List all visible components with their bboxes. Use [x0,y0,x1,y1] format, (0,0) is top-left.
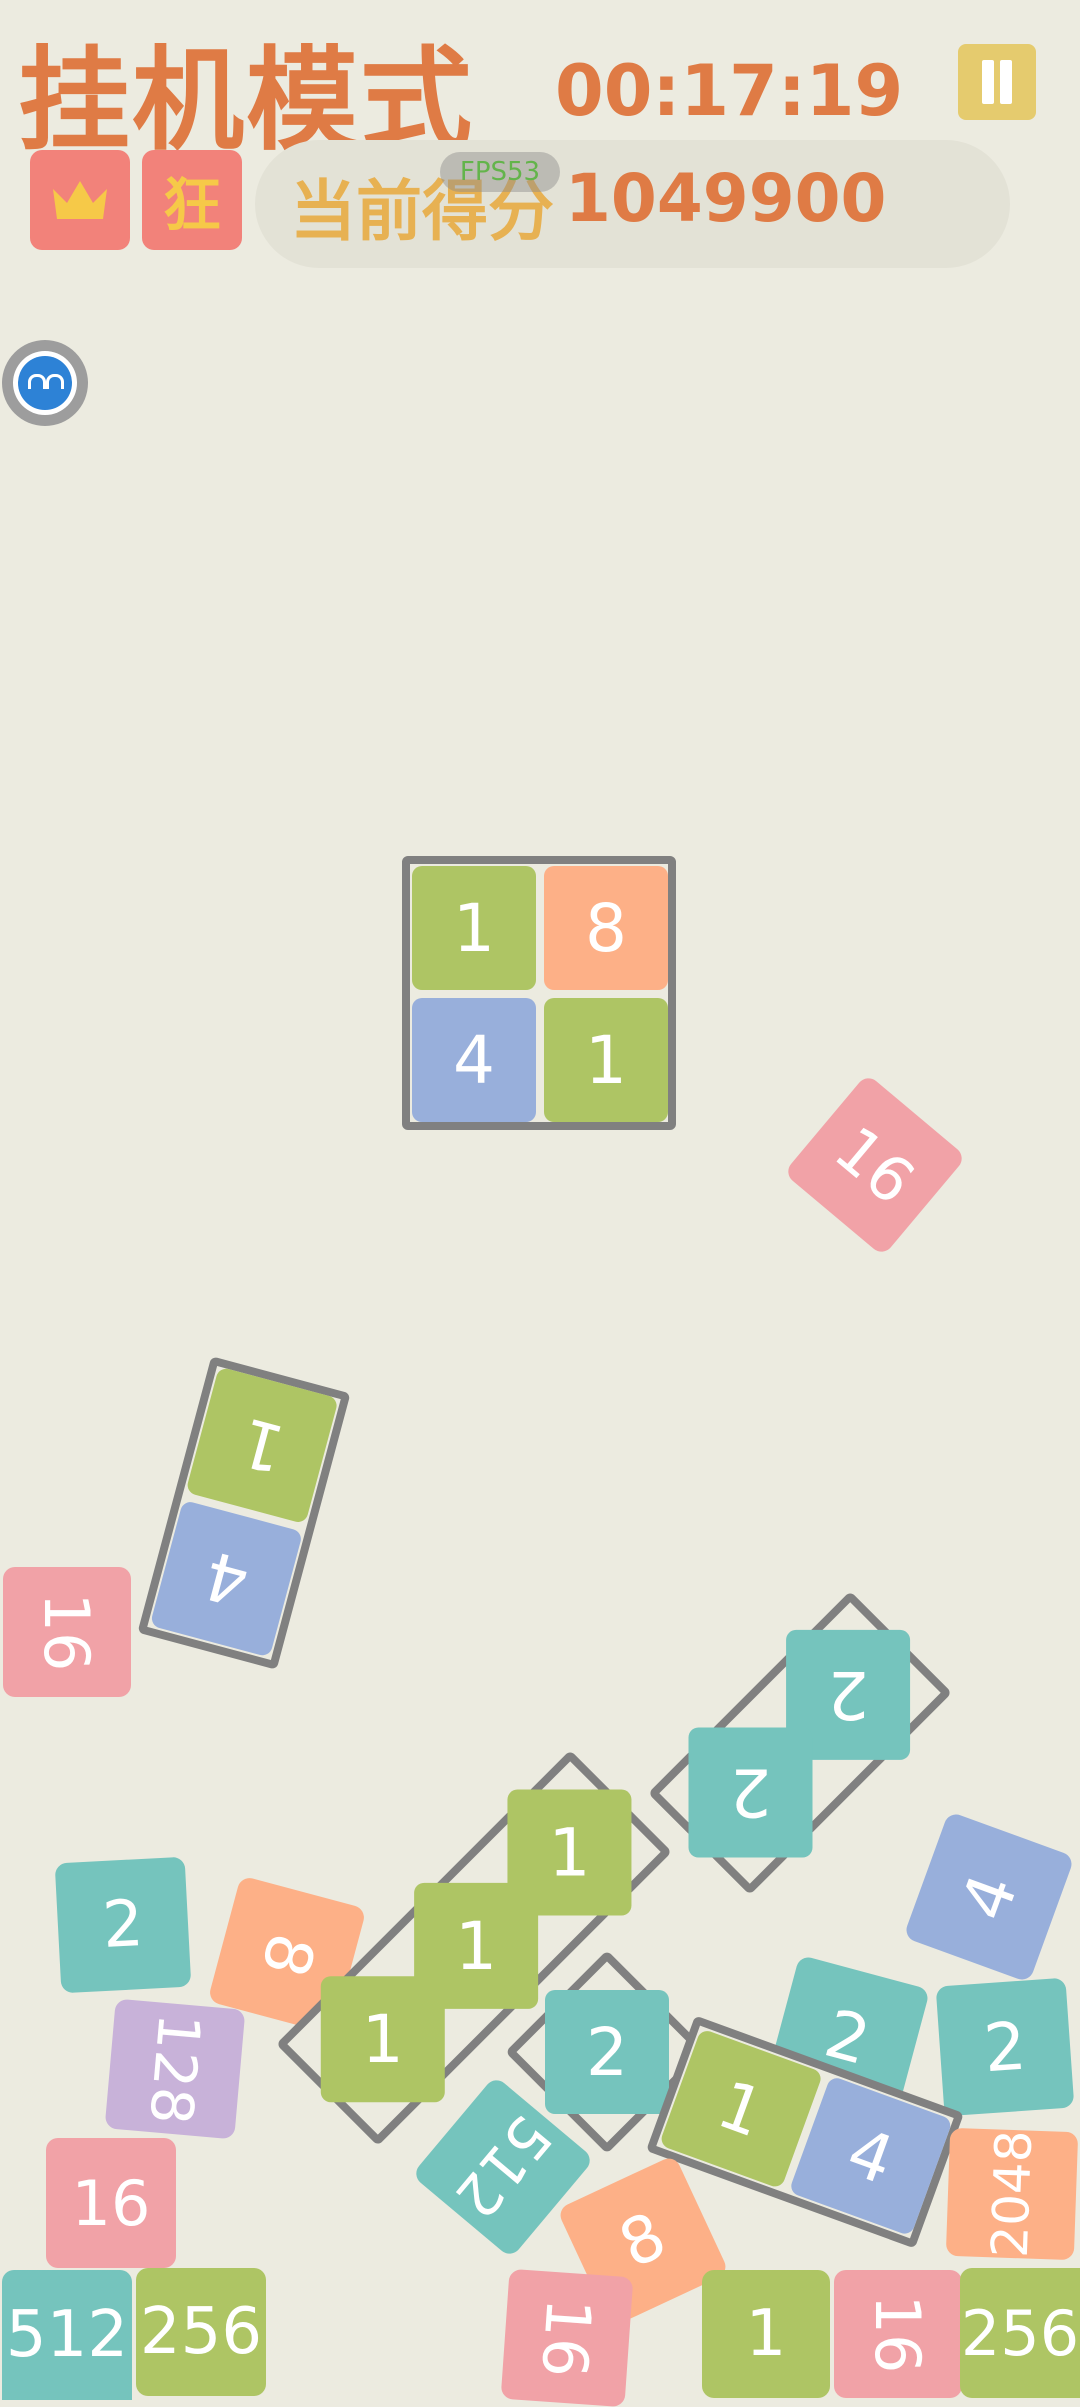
score-value: 1049900 [565,160,887,237]
tile: 16 [783,1073,967,1257]
assistant-button[interactable] [2,340,88,426]
falling-piece[interactable]: 1 8 4 1 [402,856,676,1130]
tile: 4 [903,1811,1075,1983]
tile: 1 [320,1976,445,2103]
tile: 1 [185,1366,339,1525]
tile: 2 [935,1977,1075,2117]
tile: 4 [412,998,536,1122]
game-timer: 00:17:19 [555,50,904,132]
tile: 1 [544,998,668,1122]
tile: 4 [149,1499,304,1658]
tile: 2 [54,1856,192,1994]
tile: 256 [960,2268,1080,2398]
crown-icon [53,181,107,219]
tile-pair: 4 1 [137,1356,351,1670]
tile: 1 [702,2270,830,2398]
tile: 8 [544,866,668,990]
tile: 2048 [945,2127,1079,2261]
tile: 16 [834,2270,962,2398]
tile: 2 [688,1727,813,1858]
tile: 512 [2,2270,132,2400]
pause-button[interactable] [958,44,1036,120]
tile-pair: 2 2 [647,1590,953,1896]
bot-face-icon [18,356,72,410]
score-panel: 当前得分 1049900 [255,140,1010,268]
tile: 128 [104,1998,246,2140]
tile: 16 [3,1567,131,1697]
tile: 1 [412,866,536,990]
tile: 256 [136,2268,266,2396]
fps-counter: FPS53 [440,152,560,192]
crown-button[interactable] [30,150,130,250]
tile: 2 [545,1990,669,2114]
tile: 16 [46,2138,176,2268]
tile: 16 [500,2268,634,2407]
crazy-mode-button[interactable]: 狂 [142,150,242,250]
